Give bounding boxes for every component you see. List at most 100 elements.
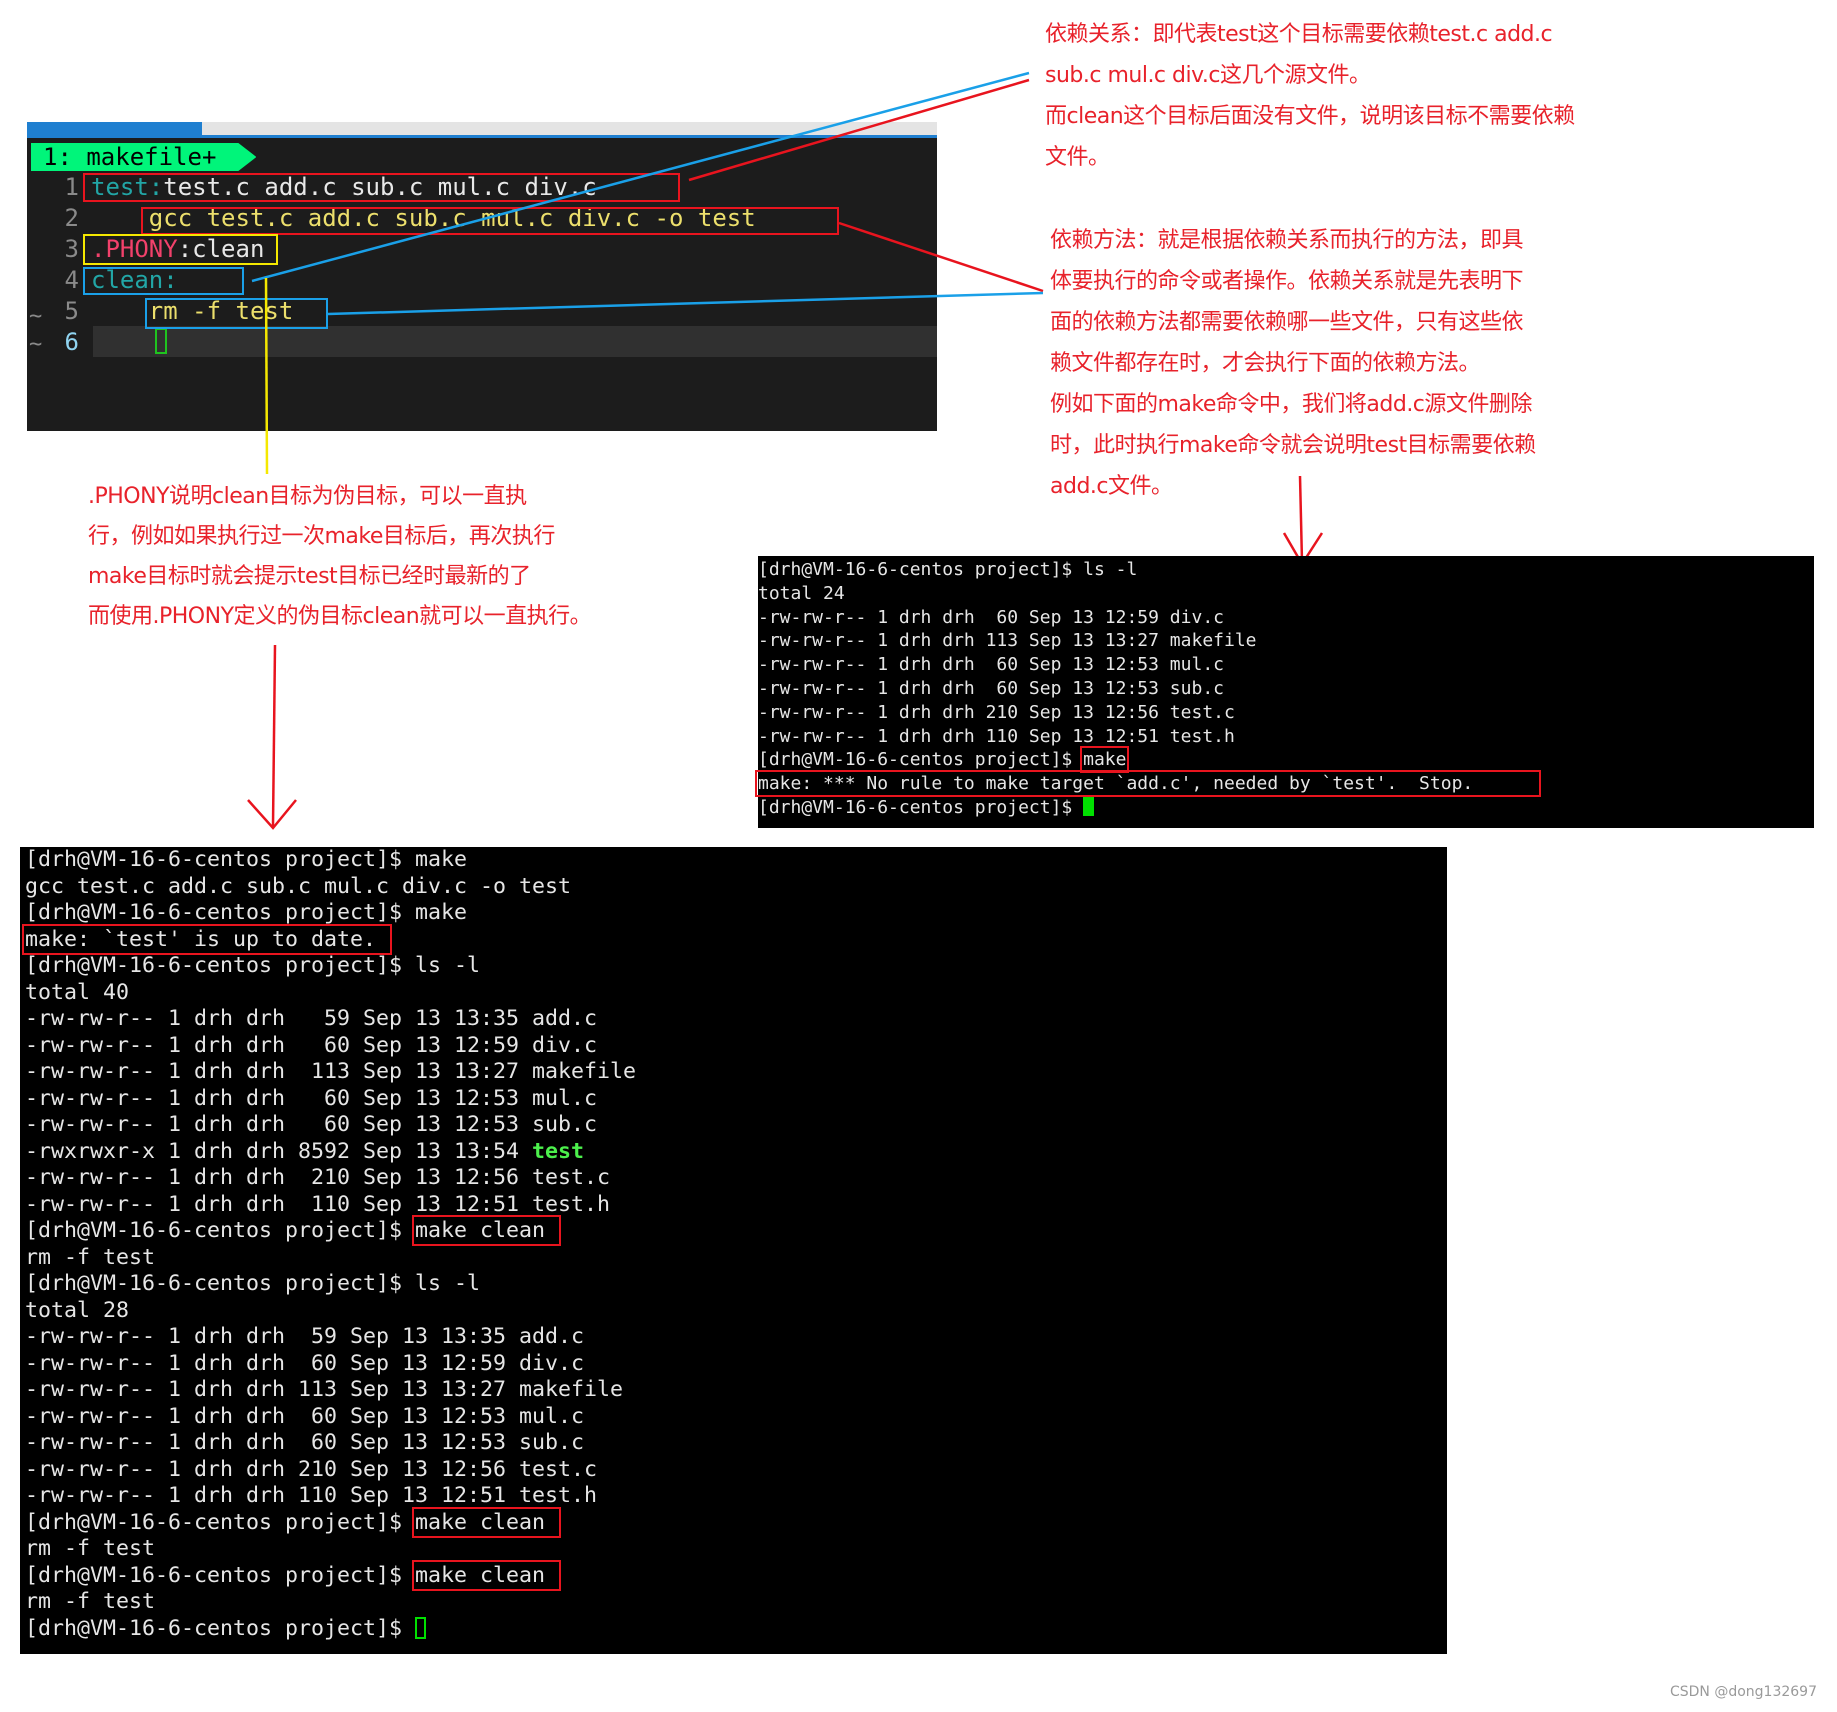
terminal-text: rm -f test (25, 1536, 156, 1561)
terminal-text: rm -f test (25, 1244, 156, 1270)
terminal-text: -rw-rw-r-- 1 drh drh 210 Sep 13 12:56 te… (25, 1456, 598, 1482)
terminal-line: -rw-rw-r-- 1 drh drh 60 Sep 13 12:53 mul… (25, 1404, 1447, 1431)
terminal-text: -rw-rw-r-- 1 drh drh 60 Sep 13 12:59 div… (25, 1350, 585, 1376)
terminal-text: [drh@VM-16-6-centos project]$ (758, 796, 1084, 818)
highlighted-output: make: `test' is up to date. (21, 923, 393, 955)
line-number: 4 (64, 266, 79, 294)
terminal-line: [drh@VM-16-6-centos project]$ make clean (25, 1559, 1447, 1591)
empty-line-tilde: ~ (29, 332, 43, 357)
terminal-text: -rw-rw-r-- 1 drh drh 60 Sep 13 12:53 mul… (758, 654, 1224, 676)
terminal-line: -rw-rw-r-- 1 drh drh 60 Sep 13 12:53 mul… (758, 653, 1814, 677)
terminal-line: -rw-rw-r-- 1 drh drh 113 Sep 13 13:27 ma… (25, 1377, 1447, 1404)
dependency-annotation: 依赖关系：即代表test这个目标需要依赖test.c add.c sub.c m… (1045, 22, 1575, 170)
terminal-text: [drh@VM-16-6-centos project]$ (25, 1509, 403, 1535)
terminal-text: -rw-rw-r-- 1 drh drh 113 Sep 13 13:27 ma… (25, 1059, 637, 1084)
terminal-line: total 24 (758, 582, 1814, 606)
terminal-text: [drh@VM-16-6-centos project]$ ls -l (25, 953, 481, 978)
terminal-text: [drh@VM-16-6-centos project]$ ls -l (758, 559, 1138, 580)
terminal-cursor (1083, 796, 1095, 816)
highlighted-output: make clean (412, 1559, 562, 1591)
terminal-text: -rw-rw-r-- 1 drh drh 60 Sep 13 12:53 sub… (758, 677, 1224, 699)
terminal-line: -rw-rw-r-- 1 drh drh 110 Sep 13 12:51 te… (25, 1483, 1447, 1510)
terminal-make-clean[interactable]: [drh@VM-16-6-centos project]$ make gcc te… (20, 847, 1447, 1654)
method-annotation: 依赖方法：就是根据依赖关系而执行的方法，即具 体要执行的命令或者操作。依赖关系就… (1050, 228, 1536, 499)
editor-tab-underline (27, 135, 937, 138)
terminal-text: -rw-rw-r-- 1 drh drh 110 Sep 13 12:51 te… (25, 1191, 611, 1217)
terminal-text: -rw-rw-r-- 1 drh drh 60 Sep 13 12:59 div… (25, 1032, 598, 1058)
buffer-name-tab[interactable]: 1: makefile+ (31, 143, 257, 171)
terminal-line: rm -f test (25, 1245, 1447, 1272)
terminal-text: [drh@VM-16-6-centos project]$ (25, 1615, 416, 1641)
command-line-highlight (141, 207, 839, 235)
terminal-line: make: *** No rule to make target `add.c'… (754, 770, 1814, 798)
terminal-line: -rw-rw-r-- 1 drh drh 60 Sep 13 12:59 div… (758, 606, 1814, 630)
terminal-line: -rw-rw-r-- 1 drh drh 210 Sep 13 12:56 te… (25, 1165, 1447, 1192)
terminal-text: -rw-rw-r-- 1 drh drh 113 Sep 13 13:27 ma… (25, 1377, 624, 1402)
phony-annotation: .PHONY说明clean目标为伪目标，可以一直执 行，例如如果执行过一次mak… (88, 484, 592, 629)
terminal-text: total 24 (758, 582, 845, 604)
terminal-line: -rw-rw-r-- 1 drh drh 110 Sep 13 12:51 te… (758, 725, 1814, 749)
terminal-text: total 40 (25, 979, 130, 1005)
terminal-text: total 28 (25, 1297, 130, 1323)
rm-command-highlight (145, 298, 328, 329)
terminal-missing-dependency[interactable]: [drh@VM-16-6-centos project]$ ls -l total… (754, 556, 1814, 828)
terminal-text: -rw-rw-r-- 1 drh drh 59 Sep 13 13:35 add… (25, 1006, 598, 1031)
terminal-text: -rw-rw-r-- 1 drh drh 60 Sep 13 12:53 mul… (25, 1085, 598, 1111)
highlighted-output: make: *** No rule to make target `add.c'… (754, 770, 1542, 798)
terminal-line: [drh@VM-16-6-centos project]$ make (25, 847, 1447, 874)
terminal-line: -rw-rw-r-- 1 drh drh 60 Sep 13 12:53 sub… (758, 677, 1814, 701)
terminal-text: -rw-rw-r-- 1 drh drh 60 Sep 13 12:59 div… (758, 606, 1224, 628)
highlighted-output: make clean (412, 1215, 562, 1246)
terminal-cursor (415, 1616, 427, 1639)
terminal-line: make: `test' is up to date. (21, 923, 1447, 955)
terminal-line: [drh@VM-16-6-centos project]$ ls -l (25, 1271, 1447, 1298)
terminal-line: total 28 (25, 1298, 1447, 1325)
terminal-text: -rw-rw-r-- 1 drh drh 113 Sep 13 13:27 ma… (758, 630, 1257, 652)
terminal-line: -rw-rw-r-- 1 drh drh 59 Sep 13 13:35 add… (25, 1006, 1447, 1033)
terminal-line: [drh@VM-16-6-centos project]$ (758, 796, 1814, 820)
highlighted-output: make (1080, 746, 1130, 774)
terminal-text: -rw-rw-r-- 1 drh drh 110 Sep 13 12:51 te… (25, 1483, 598, 1508)
terminal-line: -rw-rw-r-- 1 drh drh 60 Sep 13 12:53 mul… (25, 1086, 1447, 1113)
terminal-text: [drh@VM-16-6-centos project]$ ls -l (25, 1271, 481, 1296)
terminal-line: -rw-rw-r-- 1 drh drh 60 Sep 13 12:53 sub… (25, 1430, 1447, 1457)
phony-line-highlight (83, 234, 278, 265)
line-number: 2 (64, 204, 79, 232)
editor-cursor (155, 328, 167, 354)
terminal-line: [drh@VM-16-6-centos project]$ make (758, 746, 1814, 774)
terminal-line: -rw-rw-r-- 1 drh drh 113 Sep 13 13:27 ma… (758, 629, 1814, 653)
terminal-line: rm -f test (25, 1536, 1447, 1563)
editor-active-tab[interactable] (27, 122, 202, 135)
terminal-text: -rwxrwxr-x 1 drh drh 8592 Sep 13 13:54 (25, 1138, 533, 1164)
terminal-text: gcc test.c add.c sub.c mul.c div.c -o te… (25, 873, 572, 899)
terminal-text: -rw-rw-r-- 1 drh drh 60 Sep 13 12:53 mul… (25, 1403, 585, 1429)
dependency-line-highlight (83, 173, 680, 202)
terminal-text: [drh@VM-16-6-centos project]$ (25, 1218, 403, 1243)
terminal-line: -rw-rw-r-- 1 drh drh 59 Sep 13 13:35 add… (25, 1324, 1447, 1351)
terminal-text: rm -f test (25, 1589, 156, 1614)
terminal-line: [drh@VM-16-6-centos project]$ make clean (25, 1215, 1447, 1246)
terminal-text: [drh@VM-16-6-centos project]$ (25, 1562, 403, 1588)
terminal-line: -rw-rw-r-- 1 drh drh 210 Sep 13 12:56 te… (25, 1457, 1447, 1484)
terminal-text: -rw-rw-r-- 1 drh drh 110 Sep 13 12:51 te… (758, 725, 1235, 747)
terminal-text: -rw-rw-r-- 1 drh drh 59 Sep 13 13:35 add… (25, 1324, 585, 1349)
terminal-line: [drh@VM-16-6-centos project]$ make clean (25, 1506, 1447, 1538)
line-number: 1 (64, 173, 79, 201)
line-number: 3 (64, 235, 79, 263)
terminal-line: [drh@VM-16-6-centos project]$ make (25, 900, 1447, 927)
empty-line-tilde: ~ (29, 304, 43, 329)
terminal-text: -rw-rw-r-- 1 drh drh 60 Sep 13 12:53 sub… (25, 1430, 585, 1455)
terminal-line: rm -f test (25, 1589, 1447, 1616)
terminal-text: -rw-rw-r-- 1 drh drh 210 Sep 13 12:56 te… (758, 701, 1235, 723)
terminal-line: [drh@VM-16-6-centos project]$ ls -l (25, 953, 1447, 980)
terminal-line: -rwxrwxr-x 1 drh drh 8592 Sep 13 13:54 t… (25, 1139, 1447, 1166)
terminal-text: [drh@VM-16-6-centos project]$ make (25, 847, 468, 872)
executable-file-name: test (532, 1138, 585, 1164)
terminal-line: [drh@VM-16-6-centos project]$ (25, 1616, 1447, 1643)
terminal-line: -rw-rw-r-- 1 drh drh 210 Sep 13 12:56 te… (758, 701, 1814, 725)
down-arrow-icon (247, 644, 297, 830)
current-line-highlight (93, 326, 937, 357)
terminal-line: total 40 (25, 980, 1447, 1007)
terminal-line: [drh@VM-16-6-centos project]$ ls -l (758, 558, 1814, 582)
clean-target-highlight (83, 267, 244, 295)
